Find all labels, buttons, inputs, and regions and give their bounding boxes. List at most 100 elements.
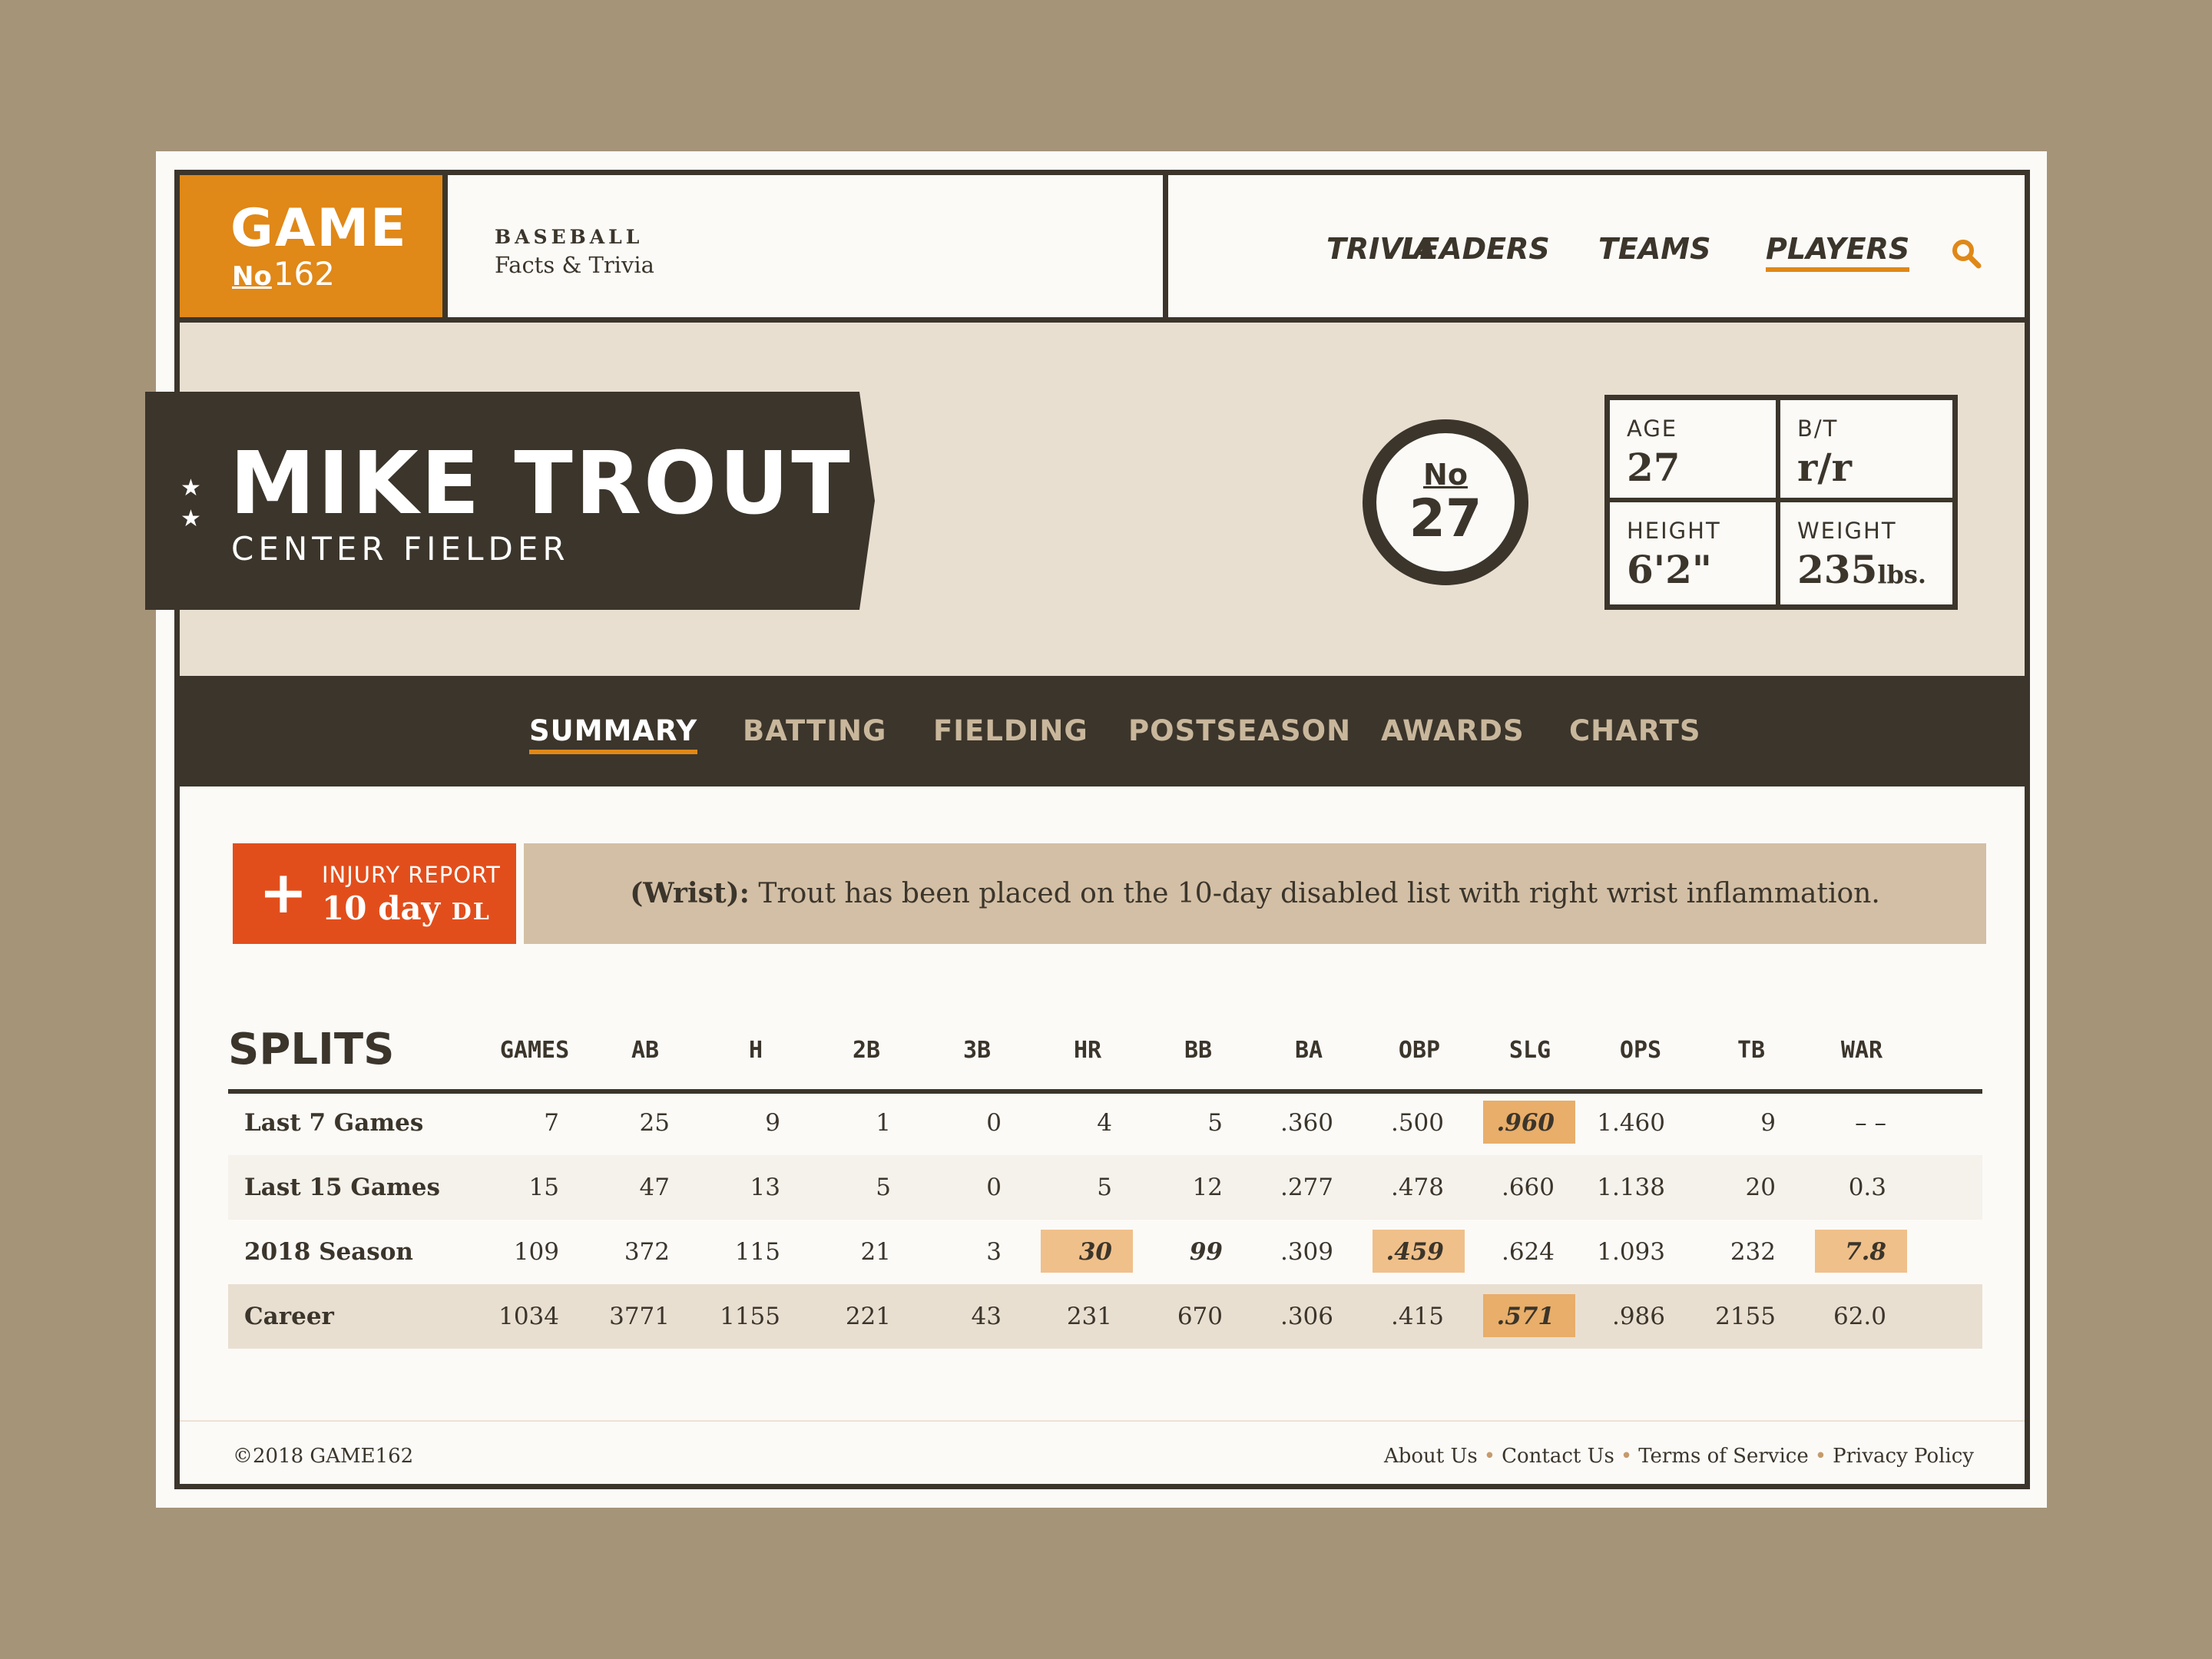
- splits-column-header[interactable]: OBP: [1373, 1037, 1465, 1064]
- splits-column-header[interactable]: OPS: [1594, 1037, 1687, 1064]
- jersey-badge: No 27: [1363, 419, 1528, 585]
- site-logo[interactable]: GAME No162: [180, 175, 448, 317]
- star-icon: ★ ★: [180, 475, 201, 532]
- stat-cell: 13: [750, 1174, 780, 1201]
- split-label: Career: [244, 1303, 334, 1330]
- stat-cell: .306: [1280, 1303, 1333, 1330]
- stat-cell: 9: [1760, 1109, 1776, 1137]
- splits-column-header[interactable]: 2B: [820, 1037, 912, 1064]
- stat-cell: .478: [1390, 1174, 1444, 1201]
- splits-column-header[interactable]: GAMES: [488, 1037, 581, 1064]
- splits-column-header[interactable]: BA: [1263, 1037, 1355, 1064]
- stat-cell: 3: [986, 1238, 1002, 1266]
- jersey-number: 27: [1409, 488, 1482, 549]
- stat-cell: 9: [765, 1109, 780, 1137]
- stat-cell: 221: [845, 1303, 891, 1330]
- stat-cell: .986: [1611, 1303, 1665, 1330]
- splits-column-header[interactable]: H: [710, 1037, 802, 1064]
- site-tagline-sport: BASEBALL: [495, 226, 644, 248]
- bio-weight-unit: lbs.: [1877, 560, 1927, 589]
- nav-players[interactable]: PLAYERS: [1766, 232, 1910, 272]
- stat-cell: .500: [1390, 1109, 1444, 1137]
- stat-cell: 231: [1066, 1303, 1112, 1330]
- search-icon[interactable]: [1949, 237, 1983, 270]
- jersey-number-prefix: No: [1423, 458, 1468, 492]
- bio-weight-number: 235: [1797, 547, 1878, 592]
- splits-column-header[interactable]: TB: [1705, 1037, 1797, 1064]
- plus-icon: +: [259, 858, 308, 926]
- stat-cell: 109: [513, 1238, 559, 1266]
- table-row: Last 15 Games 15 47 13 5 0 5 12 .277 .478 .660 1.13…: [228, 1155, 1982, 1220]
- footer-link-terms[interactable]: Terms of Service: [1638, 1445, 1809, 1468]
- bio-divider-horizontal: [1610, 498, 1952, 502]
- stat-cell: 30: [1078, 1238, 1112, 1266]
- stat-cell: .360: [1280, 1109, 1333, 1137]
- splits-column-header[interactable]: WAR: [1816, 1037, 1908, 1064]
- bio-bats-throws: B/T r/r: [1780, 400, 1951, 499]
- stat-cell: 1.460: [1597, 1109, 1665, 1137]
- stat-cell: 1.093: [1597, 1238, 1665, 1266]
- player-position: CENTER FIELDER: [231, 530, 570, 568]
- jersey-badge-inner: No 27: [1376, 433, 1515, 571]
- footer-divider: [180, 1420, 2025, 1422]
- stat-cell: .571: [1496, 1303, 1555, 1330]
- stat-cell: 670: [1177, 1303, 1223, 1330]
- tab-postseason[interactable]: POSTSEASON: [1128, 714, 1351, 747]
- logo-number-prefix: No: [232, 261, 272, 292]
- stat-cell: 43: [971, 1303, 1002, 1330]
- tab-batting[interactable]: BATTING: [743, 714, 886, 747]
- footer-link-contact[interactable]: Contact Us: [1502, 1445, 1614, 1468]
- splits-column-header[interactable]: BB: [1152, 1037, 1244, 1064]
- stat-cell: .960: [1496, 1109, 1555, 1137]
- logo-number: No162: [232, 255, 335, 293]
- page-card: GAME No162 BASEBALL Facts & Trivia TRIVI…: [145, 151, 2047, 1508]
- bio-age: AGE 27: [1610, 400, 1780, 499]
- stat-cell: 5: [876, 1174, 891, 1201]
- splits-column-header[interactable]: AB: [599, 1037, 691, 1064]
- bio-bt-value: r/r: [1797, 445, 1852, 490]
- nav-teams[interactable]: TEAMS: [1598, 232, 1710, 266]
- injury-description: (Wrist): Trout has been placed on the 10…: [524, 843, 1986, 944]
- injury-duration: 10 day DL: [322, 889, 491, 927]
- tab-awards[interactable]: AWARDS: [1381, 714, 1525, 747]
- bio-weight-label: WEIGHT: [1797, 518, 1897, 544]
- tab-fielding[interactable]: FIELDING: [933, 714, 1088, 747]
- split-label: Last 7 Games: [244, 1109, 424, 1137]
- tab-summary[interactable]: SUMMARY: [529, 714, 698, 754]
- stat-cell: .277: [1280, 1174, 1333, 1201]
- table-row: Career 1034 3771 1155 221 43 231 670 .306 .415 .57…: [228, 1284, 1982, 1349]
- footer-link-privacy[interactable]: Privacy Policy: [1833, 1445, 1974, 1468]
- injury-badge[interactable]: + INJURY REPORT 10 day DL: [233, 843, 516, 944]
- stat-cell: .624: [1501, 1238, 1555, 1266]
- bio-bt-label: B/T: [1797, 416, 1839, 442]
- stat-cell: .459: [1386, 1238, 1444, 1266]
- injury-label: INJURY REPORT: [322, 862, 501, 888]
- stat-cell: 47: [639, 1174, 670, 1201]
- stat-cell: 0: [986, 1174, 1002, 1201]
- stat-cell: 5: [1097, 1174, 1112, 1201]
- stat-cell: 7.8: [1845, 1238, 1886, 1266]
- player-tabs: SUMMARY BATTING FIELDING POSTSEASON AWAR…: [180, 676, 2025, 786]
- logo-wordmark: GAME: [230, 198, 408, 259]
- stat-cell: 3771: [609, 1303, 670, 1330]
- player-banner: ★ ★ MIKE TROUT CENTER FIELDER: [145, 392, 875, 610]
- player-bio-box: AGE 27 B/T r/r HEIGHT 6'2" WEIGHT 235lbs…: [1604, 395, 1958, 610]
- header-divider: [1163, 175, 1168, 317]
- tab-charts[interactable]: CHARTS: [1569, 714, 1700, 747]
- stat-cell: 232: [1730, 1238, 1776, 1266]
- bio-weight: WEIGHT 235lbs.: [1780, 502, 1951, 601]
- stat-cell: 0: [986, 1109, 1002, 1137]
- bio-height-value: 6'2": [1627, 547, 1712, 592]
- splits-column-header[interactable]: HR: [1041, 1037, 1134, 1064]
- stat-cell: 4: [1097, 1109, 1112, 1137]
- stat-cell: 1034: [498, 1303, 559, 1330]
- footer-link-about[interactable]: About Us: [1384, 1445, 1478, 1468]
- nav-leaders[interactable]: LEADERS: [1401, 232, 1550, 266]
- splits-column-header[interactable]: 3B: [931, 1037, 1023, 1064]
- table-row: 2018 Season 109 372 115 21 3 30 99 .309 .459 .624 1…: [228, 1220, 1982, 1284]
- splits-column-header[interactable]: SLG: [1484, 1037, 1576, 1064]
- split-label: Last 15 Games: [244, 1174, 440, 1201]
- stat-cell: – –: [1855, 1109, 1886, 1137]
- stat-cell: 5: [1207, 1109, 1223, 1137]
- stat-cell: .309: [1280, 1238, 1333, 1266]
